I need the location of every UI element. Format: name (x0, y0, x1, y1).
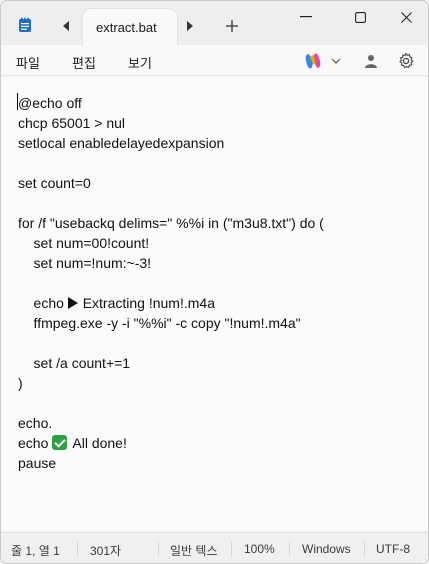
menu-file[interactable]: 파일 (16, 53, 40, 72)
new-tab-plus-icon[interactable] (225, 19, 239, 33)
title-bar: extract.bat (1, 1, 428, 45)
text-caret (17, 93, 18, 110)
status-divider (77, 542, 78, 556)
code-line: set /a count+=1 (18, 355, 131, 371)
code-line: echo. (18, 415, 53, 431)
status-encoding[interactable]: UTF-8 (376, 542, 410, 556)
status-line-ending[interactable]: Windows (302, 542, 351, 556)
status-char-count: 301자 (90, 544, 122, 558)
tab-extract-bat[interactable]: extract.bat (83, 9, 177, 45)
code-text: echo (18, 435, 53, 451)
minimize-button[interactable] (290, 7, 322, 27)
maximize-icon (354, 11, 366, 23)
code-text: Extracting !num!.m4a (82, 295, 215, 311)
close-icon (400, 11, 412, 23)
play-triangle-icon (67, 297, 78, 309)
tab-scroll-right-icon[interactable] (183, 19, 197, 33)
notepad-app-icon (19, 17, 31, 32)
menu-edit[interactable]: 편집 (72, 53, 96, 72)
code-line: set num=00!count! (18, 235, 150, 251)
status-divider (364, 542, 365, 556)
account-avatar-icon[interactable] (363, 53, 379, 69)
notepad-window: extract.bat 파일 편집 보기 @echo off chcp 6500… (0, 0, 429, 564)
code-line: setlocal enabledelayedexpansion (18, 135, 225, 151)
status-text-format[interactable]: 일반 텍스 (170, 542, 218, 559)
status-cursor-position[interactable]: 줄 1, 열 1 (11, 542, 60, 559)
code-line: pause (18, 455, 57, 471)
code-line: @echo off (18, 95, 82, 111)
code-line: ) (18, 375, 23, 391)
menu-view[interactable]: 보기 (128, 53, 152, 72)
status-divider (289, 542, 290, 556)
text-editor[interactable]: @echo off chcp 65001 > nul setlocal enab… (1, 77, 428, 531)
chevron-down-icon[interactable] (331, 57, 341, 65)
close-button[interactable] (390, 7, 422, 27)
settings-gear-icon[interactable] (397, 52, 415, 70)
menu-bar: 파일 편집 보기 (1, 45, 428, 76)
code-line: chcp 65001 > nul (18, 115, 126, 131)
code-line: ffmpeg.exe -y -i "%%i" -c copy "!num!.m4… (18, 315, 301, 331)
code-text: echo (18, 295, 68, 311)
maximize-button[interactable] (344, 7, 376, 27)
status-zoom[interactable]: 100% (244, 542, 275, 556)
status-bar: 줄 1, 열 1 301자 일반 텍스 100% Windows UTF-8 (1, 532, 428, 563)
code-line: set count=0 (18, 175, 91, 191)
status-divider (231, 542, 232, 556)
minimize-icon (300, 16, 312, 18)
copilot-icon[interactable] (304, 52, 322, 70)
code-line: set num=!num:~-3! (18, 255, 152, 271)
tab-title: extract.bat (96, 20, 157, 35)
tab-scroll-left-icon[interactable] (59, 19, 73, 33)
code-text: All done! (72, 435, 127, 451)
code-line-echo-extract: echo Extracting !num!.m4a (18, 293, 215, 313)
status-divider (158, 542, 159, 556)
code-line-echo-done: echo All done! (18, 433, 127, 453)
code-line: for /f "usebackq delims=" %%i in ("m3u8.… (18, 215, 324, 231)
check-mark-icon (52, 435, 68, 450)
